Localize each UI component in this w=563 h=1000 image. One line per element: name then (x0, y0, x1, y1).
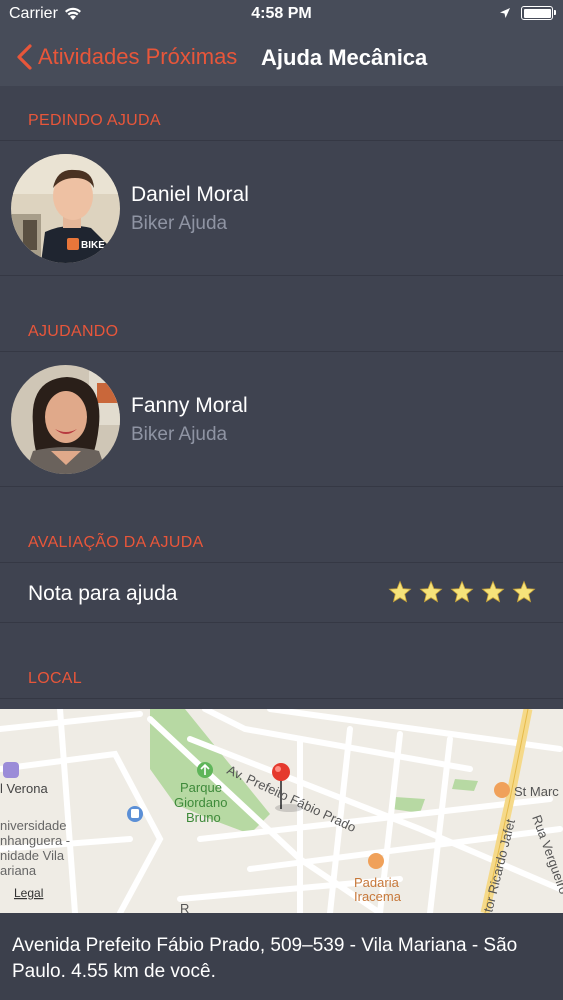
page-title: Ajuda Mecânica (261, 45, 428, 70)
location-arrow-icon (500, 8, 510, 18)
section-header-helping: AJUDANDO (28, 323, 119, 340)
map-label: Padaria (354, 875, 400, 890)
status-bar: Carrier 4:58 PM (0, 0, 563, 30)
map-label: nidade Vila (0, 848, 65, 863)
map-label: l Verona (0, 781, 48, 796)
map-label: Giordano (174, 795, 227, 810)
star-icon[interactable] (450, 580, 474, 604)
status-time: 4:58 PM (251, 5, 312, 22)
divider (0, 486, 563, 487)
map-label: R (180, 901, 189, 913)
navigation-bar: Atividades Próximas Ajuda Mecânica (0, 30, 563, 86)
rating-label: Nota para ajuda (28, 582, 178, 605)
requester-avatar: BIKE AJ (11, 154, 120, 263)
divider (0, 562, 563, 563)
requester-row[interactable]: BIKE AJ Daniel Moral Biker Ajuda (0, 141, 563, 275)
helper-avatar (11, 365, 120, 474)
map-label: Parque (180, 780, 222, 795)
shirt-text: BIKE AJ (81, 240, 120, 251)
map-label: St Marc (514, 784, 559, 799)
helper-role: Biker Ajuda (131, 424, 228, 445)
star-icon[interactable] (512, 580, 536, 604)
star-icon[interactable] (481, 580, 505, 604)
section-header-rating: AVALIAÇÃO DA AJUDA (28, 534, 204, 551)
map-label: ariana (0, 863, 37, 878)
map-label: niversidade (0, 818, 67, 833)
map-label: Iracema (354, 889, 402, 904)
location-map[interactable]: l Verona niversidade nhanguera - nidade … (0, 709, 563, 913)
helper-row[interactable]: Fanny Moral Biker Ajuda (0, 352, 563, 486)
map-label: Bruno (186, 810, 221, 825)
star-icon[interactable] (388, 580, 412, 604)
section-header-location: LOCAL (28, 670, 82, 687)
rating-stars[interactable] (388, 580, 536, 604)
requester-name: Daniel Moral (131, 183, 249, 206)
divider (0, 698, 563, 699)
section-header-requesting: PEDINDO AJUDA (28, 112, 161, 129)
helper-name: Fanny Moral (131, 394, 248, 417)
divider (0, 622, 563, 623)
map-label: nhanguera - (0, 833, 70, 848)
address-text: Avenida Prefeito Fábio Prado, 509–539 - … (0, 913, 563, 1000)
divider (0, 275, 563, 276)
requester-role: Biker Ajuda (131, 213, 228, 234)
chevron-left-icon (17, 44, 32, 70)
status-right (499, 6, 556, 20)
back-button[interactable]: Atividades Próximas (14, 42, 237, 72)
battery-icon (521, 6, 556, 20)
map-legal-link: Legal (14, 886, 43, 900)
star-icon[interactable] (419, 580, 443, 604)
back-button-label: Atividades Próximas (38, 44, 238, 69)
